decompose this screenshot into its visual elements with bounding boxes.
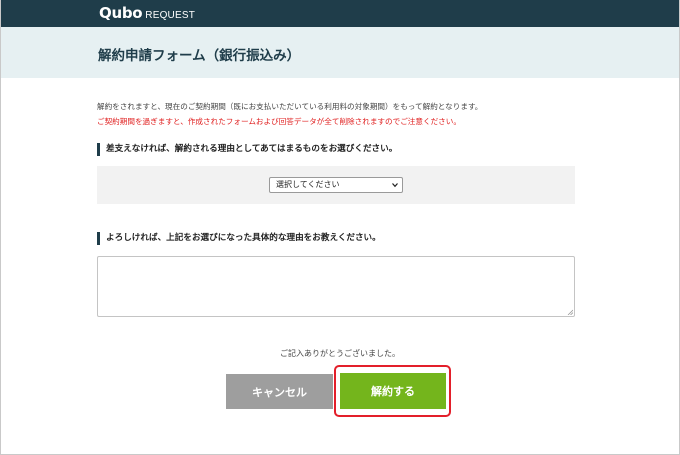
chevron-down-icon — [392, 183, 398, 188]
reason-select[interactable]: 選択してください — [269, 177, 403, 193]
title-band: 解約申請フォーム（銀行振込み） — [1, 27, 679, 78]
reason-select-section: 選択してください — [97, 166, 575, 204]
top-header-bar: Qubo REQUEST — [1, 0, 679, 27]
page-title: 解約申請フォーム（銀行振込み） — [98, 48, 301, 64]
cancellation-notice: 解約をされますと、現在のご契約期間（既にお支払いただいている利用料の対象期間）を… — [97, 102, 483, 111]
thanks-message: ご記入ありがとうございました。 — [280, 349, 400, 358]
logo-subtext: REQUEST — [145, 10, 196, 21]
resize-grip-icon[interactable] — [567, 309, 573, 315]
reason-detail-heading: よろしければ、上記をお選びになった具体的な理由をお教えください。 — [97, 232, 381, 245]
cancel-contract-button[interactable]: 解約する — [340, 373, 446, 409]
reason-detail-textarea[interactable] — [97, 256, 575, 317]
qubo-request-logo[interactable]: Qubo REQUEST — [99, 4, 195, 23]
cancel-button[interactable]: キャンセル — [226, 374, 333, 409]
reason-select-value: 選択してください — [276, 180, 340, 189]
logo-text: Qubo — [99, 4, 143, 22]
data-deletion-warning: ご契約期間を過ぎますと、作成されたフォームおよび回答データが全て削除されますので… — [97, 117, 461, 126]
reason-select-heading: 差支えなければ、解約される理由としてあてはまるものをお選びください。 — [97, 143, 397, 156]
